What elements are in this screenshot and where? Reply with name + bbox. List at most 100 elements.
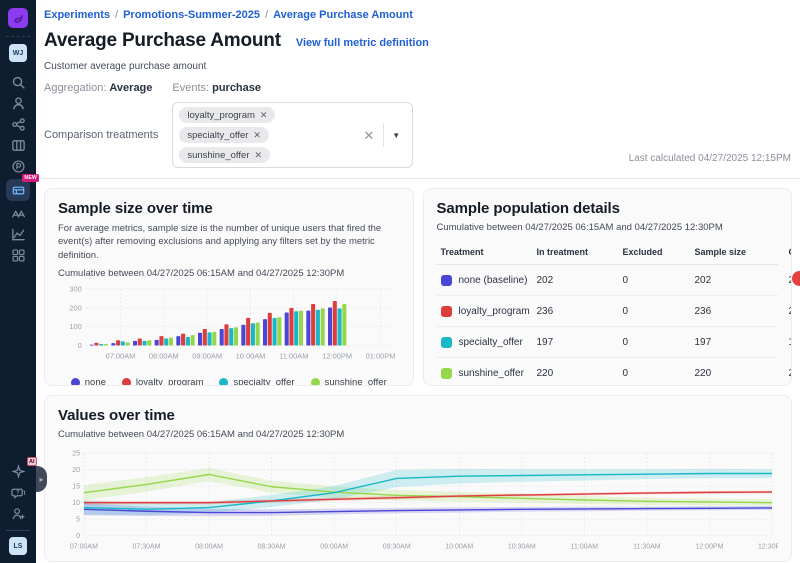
svg-text:09:00AM: 09:00AM [320,544,348,551]
svg-text:07:30AM: 07:30AM [133,544,161,551]
chevron-down-icon[interactable]: ▼ [392,131,400,140]
workspace-avatar[interactable]: WJ [9,44,27,62]
svg-text:0: 0 [76,533,80,540]
treatment-name: specialty_offer [459,337,523,348]
treatment-color-swatch [441,306,452,317]
insights-chart-icon[interactable] [7,224,29,245]
table-cell: 236 [695,306,789,317]
table-cell: 220 [695,368,789,379]
legend-dot [71,378,80,386]
feature-gates-columns-icon[interactable] [7,135,29,156]
svg-text:11:30AM: 11:30AM [633,544,661,551]
table-cell: 220 [789,368,793,379]
table-cell: 202 [695,275,789,286]
clear-all-icon[interactable]: ✕ [363,129,374,142]
breadcrumb-link[interactable]: Experiments [44,9,110,21]
chip-remove-icon[interactable]: ✕ [253,130,261,140]
sidebar-divider [6,36,30,37]
legend-dot [122,378,131,386]
values-over-time-card: Values over time Cumulative between 04/2… [44,395,792,562]
svg-text:12:30PM: 12:30PM [758,544,778,551]
table-row: sunshine_offer2200220220 [437,358,779,386]
treatment-name: loyalty_program [459,306,530,317]
help-chat-icon[interactable]: ? [7,482,29,503]
treatment-chip[interactable]: specialty_offer✕ [179,127,269,143]
experiments-nodes-icon[interactable] [7,114,29,135]
legend-item[interactable]: loyalty_program [122,377,204,386]
breadcrumb-separator: / [115,9,118,21]
table-cell: 197 [695,337,789,348]
table-cell: 220 [537,368,623,379]
legend-label: sunshine_offer [325,377,387,386]
card-title: Sample population details [437,200,779,217]
svg-text:5: 5 [76,517,80,524]
card-title: Values over time [58,407,778,424]
invite-user-icon[interactable] [7,503,29,524]
sample-size-bar-chart[interactable]: 07:00AM08:00AM09:00AM10:00AM11:00AM12:00… [58,283,400,376]
table-header-cell: Contributors [789,247,793,257]
table-cell: 0 [623,275,695,286]
svg-text:12:00PM: 12:00PM [322,351,352,360]
treatment-color-swatch [441,337,452,348]
view-metric-definition-link[interactable]: View full metric definition [296,37,429,49]
aggregation-value: Average [109,82,152,94]
svg-text:01:00PM: 01:00PM [366,351,396,360]
svg-text:300: 300 [69,284,81,293]
legend-dot [311,378,320,386]
apps-grid-icon[interactable] [7,245,29,266]
table-cell: 236 [789,306,793,317]
svg-text:?: ? [16,490,20,496]
table-cell: 236 [537,306,623,317]
aggregation-row: Aggregation:AverageEvents:purchase [44,82,792,94]
page-title: Average Purchase Amount [44,30,281,52]
table-header-cell: In treatment [537,247,623,257]
metric-subtitle: Customer average purchase amount [44,61,792,72]
legend-item[interactable]: sunshine_offer [311,377,387,386]
svg-text:10:00AM: 10:00AM [445,544,473,551]
svg-text:07:00AM: 07:00AM [106,351,136,360]
breadcrumb-link[interactable]: Average Purchase Amount [273,9,413,21]
sample-size-description: For average metrics, sample size is the … [58,222,400,262]
svg-text:20: 20 [72,467,80,474]
treatment-chip[interactable]: loyalty_program✕ [179,107,275,123]
cards-area: Sample size over time For average metric… [36,179,800,563]
svg-text:12:00PM: 12:00PM [695,544,723,551]
holdouts-peaks-icon[interactable] [7,203,29,224]
table-header-cell: Treatment [441,247,537,257]
treatment-name: sunshine_offer [459,368,524,379]
ai-assistant-icon[interactable]: AI [7,461,29,482]
legend-item[interactable]: specialty_offer [219,377,294,386]
svg-text:10:00AM: 10:00AM [236,351,266,360]
table-header-row: TreatmentIn treatmentExcludedSample size… [437,242,779,265]
legend-item[interactable]: none [71,377,106,386]
treatments-multiselect[interactable]: loyalty_program✕ specialty_offer✕ sunshine… [172,102,413,168]
svg-text:09:00AM: 09:00AM [192,351,222,360]
treatment-chips: loyalty_program✕ specialty_offer✕ sunshine… [177,106,349,164]
breadcrumb-link[interactable]: Promotions-Summer-2025 [123,9,260,21]
table-cell: 197 [537,337,623,348]
svg-text:100: 100 [69,322,81,331]
card-title: Sample size over time [58,200,400,217]
chip-remove-icon[interactable]: ✕ [260,110,268,120]
chip-remove-icon[interactable]: ✕ [254,150,262,160]
search-icon[interactable] [7,72,29,93]
legend-label: none [85,377,106,386]
sample-size-card: Sample size over time For average metric… [44,188,414,386]
values-line-chart[interactable]: 07:00AM07:30AM08:00AM08:30AM09:00AM09:30… [58,446,778,562]
treatment-chip[interactable]: sunshine_offer✕ [179,147,270,163]
table-row: loyalty_program2360236236 [437,296,779,327]
metrics-active-icon[interactable]: NEW [6,179,30,201]
notification-dot[interactable] [792,271,800,286]
svg-text:0: 0 [78,341,82,350]
svg-text:11:00AM: 11:00AM [279,351,308,360]
user-avatar[interactable]: LS [9,537,27,555]
select-divider [383,123,384,147]
legend-dot [219,378,228,386]
page-header: Experiments/Promotions-Summer-2025/Avera… [36,0,800,179]
treatment-color-swatch [441,368,452,379]
users-icon[interactable] [7,93,29,114]
last-calculated-text: Last calculated 04/27/2025 12:15PM [629,153,791,164]
statsig-logo-icon[interactable] [8,8,28,28]
comparison-treatments-label: Comparison treatments [44,129,158,141]
table-row: specialty_offer1970197197 [437,327,779,358]
